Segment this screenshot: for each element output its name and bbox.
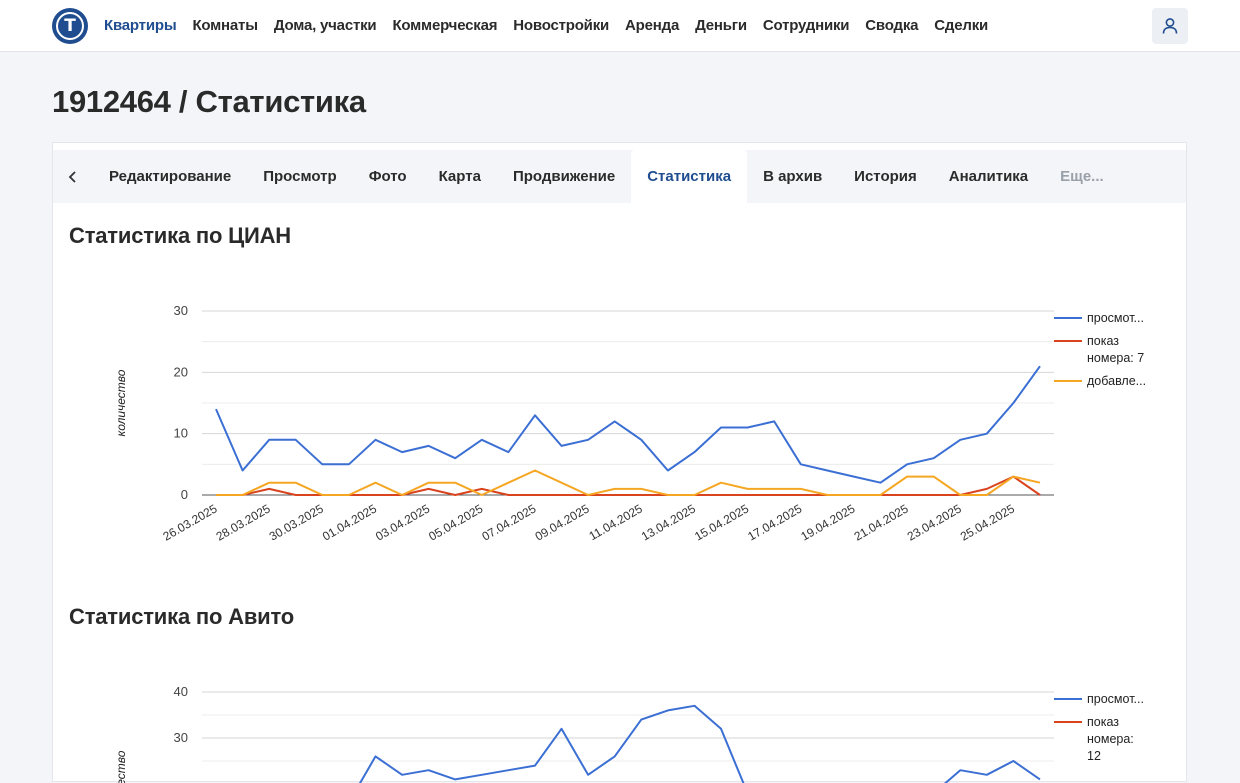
tab-item[interactable]: В архив xyxy=(747,150,838,203)
x-tick-label: 11.04.2025 xyxy=(587,501,646,543)
top-navigation-bar: Т Квартиры Комнаты Дома, участки Коммерческ… xyxy=(0,0,1240,52)
tab-item[interactable]: Статистика xyxy=(631,150,748,203)
series-line xyxy=(216,469,1041,496)
tab-item[interactable]: История xyxy=(838,150,933,203)
nav-item[interactable]: Дома, участки xyxy=(274,17,377,34)
nav-item[interactable]: Сделки xyxy=(934,17,988,34)
legend-label: показ номера: 7 xyxy=(1087,334,1144,365)
tab-item[interactable]: Просмотр xyxy=(247,150,352,203)
y-tick-label: 30 xyxy=(174,730,188,745)
logo-letter: Т xyxy=(56,12,84,40)
x-tick-label: 30.03.2025 xyxy=(267,501,326,543)
avito-statistics-chart: 30 40 количество просмот... показномера:12 xyxy=(114,684,1144,783)
tab-item[interactable]: Фото xyxy=(353,150,423,203)
nav-item[interactable]: Коммерческая xyxy=(392,17,497,34)
nav-item[interactable]: Деньги xyxy=(695,17,747,34)
cian-section-title: Статистика по ЦИАН xyxy=(69,223,291,248)
nav-item[interactable]: Аренда xyxy=(625,17,679,34)
legend-label: показ номера: 12 xyxy=(1087,715,1134,763)
page-title: 1912464 / Статистика xyxy=(52,84,366,119)
x-tick-label: 15.04.2025 xyxy=(692,501,751,543)
tabs-scroll-left-button[interactable] xyxy=(53,150,93,203)
x-tick-label: 23.04.2025 xyxy=(905,501,964,543)
tab-item[interactable]: Карта xyxy=(423,150,497,203)
y-axis-label: количество xyxy=(114,750,128,783)
company-logo[interactable]: Т xyxy=(52,8,88,44)
tab-item[interactable]: Аналитика xyxy=(933,150,1044,203)
legend-label: добавле... xyxy=(1087,374,1146,388)
tab-item[interactable]: Продвижение xyxy=(497,150,631,203)
x-tick-label: 25.04.2025 xyxy=(958,501,1017,543)
object-tabs: Редактирование Просмотр Фото Карта Продвижен… xyxy=(53,150,1186,203)
nav-item[interactable]: Квартиры xyxy=(104,17,177,34)
nav-item[interactable]: Комнаты xyxy=(192,17,258,34)
user-profile-button[interactable] xyxy=(1152,8,1188,44)
series-line xyxy=(216,475,1041,496)
nav-item[interactable]: Новостройки xyxy=(513,17,609,34)
chevron-left-icon xyxy=(68,170,76,183)
y-tick-label: 30 xyxy=(174,303,188,318)
tab-item[interactable]: Еще... xyxy=(1044,150,1120,203)
x-tick-label: 09.04.2025 xyxy=(533,501,592,543)
series-line xyxy=(358,704,1041,783)
legend-label: просмот... xyxy=(1087,692,1144,706)
x-tick-label: 07.04.2025 xyxy=(479,501,538,543)
x-tick-label: 28.03.2025 xyxy=(214,501,273,543)
y-tick-label: 10 xyxy=(174,426,188,441)
x-tick-label: 21.04.2025 xyxy=(852,501,911,543)
y-tick-label: 0 xyxy=(181,487,188,502)
x-tick-label: 17.04.2025 xyxy=(745,501,804,543)
nav-item[interactable]: Сводка xyxy=(865,17,918,34)
series-line xyxy=(215,365,1041,484)
y-axis-label: количество xyxy=(114,369,128,436)
main-nav: Квартиры Комнаты Дома, участки Коммерческая… xyxy=(104,0,1004,51)
x-tick-label: 05.04.2025 xyxy=(426,501,485,543)
y-tick-label: 40 xyxy=(174,684,188,699)
x-tick-label: 01.04.2025 xyxy=(320,501,379,543)
user-icon xyxy=(1162,18,1178,34)
x-tick-label: 26.03.2025 xyxy=(160,501,219,543)
legend-label: просмот... xyxy=(1087,311,1144,325)
statistics-card: Редактирование Просмотр Фото Карта Продвижен… xyxy=(52,142,1187,783)
x-tick-label: 19.04.2025 xyxy=(798,501,857,543)
x-tick-label: 13.04.2025 xyxy=(639,501,698,543)
y-tick-label: 20 xyxy=(174,364,188,379)
avito-section-title: Статистика по Авито xyxy=(69,604,294,629)
x-tick-label: 03.04.2025 xyxy=(373,501,432,543)
tab-item[interactable]: Редактирование xyxy=(93,150,247,203)
cian-statistics-chart: 0 10 20 30 количество 26.03.202528.03.202530.… xyxy=(114,303,1146,544)
nav-item[interactable]: Сотрудники xyxy=(763,17,850,34)
